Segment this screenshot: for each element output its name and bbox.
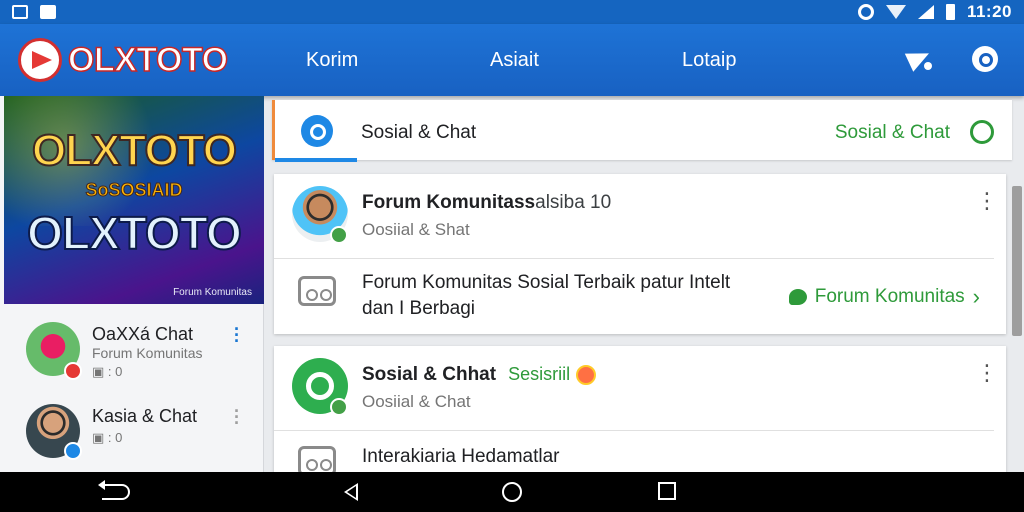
more-icon[interactable]: · · · [234, 320, 240, 350]
chat-bubble-icon [788, 289, 807, 305]
brand-name: OLXTOTO [67, 40, 229, 80]
recents-icon[interactable] [658, 482, 676, 500]
sidebar-item-title: Kasia & Chat [92, 406, 198, 426]
scrollbar[interactable] [1012, 186, 1022, 336]
sidebar-item-subtitle: Forum Komunitas [92, 345, 203, 361]
nav-item-2[interactable]: Asiait [490, 24, 539, 96]
forum-link[interactable]: Forum Komunitas › [788, 284, 980, 310]
post-body: Interakiaria Hedamatlar [362, 446, 560, 467]
post-card[interactable]: Sosial & Chhat Sesisriil Oosiial & Chat I… [274, 346, 1006, 476]
blue-badge-icon [64, 442, 82, 460]
play-logo-icon [18, 38, 62, 82]
post-title-main: Sosial & Chhat [362, 364, 497, 385]
sidebar-item-meta: ▣ : 0 [92, 430, 122, 446]
back-gesture-icon[interactable] [98, 480, 130, 500]
battery-icon [945, 4, 955, 20]
message-count: 0 [115, 430, 123, 445]
tab-sosial-chat[interactable]: Sosial & Chat Sosial & Chat [272, 100, 1012, 162]
fire-icon [576, 364, 597, 385]
post-title-main: Forum Komunitass [362, 192, 536, 213]
tab-indicator [275, 158, 357, 162]
divider [274, 430, 994, 431]
banner-caption: Forum Komunitas [173, 287, 252, 298]
message-count-icon: ▣ : [92, 430, 116, 445]
post-title: Forum Komunitassalsiba 10 [362, 192, 611, 214]
red-badge-icon [64, 362, 82, 380]
system-nav-bar [0, 472, 1024, 512]
divider [274, 258, 994, 259]
sidebar-item-chat-1[interactable]: OaXXá Chat Forum Komunitas ▣ : 0 · · · [4, 310, 262, 390]
sidebar-item-chat-2[interactable]: Kasia & Chat ▣ : 0 · · · [4, 392, 262, 472]
post-subtitle: Oosiial & Chat [362, 392, 471, 411]
banner-line-1: OLXTOTO [31, 125, 238, 176]
online-badge-icon [330, 398, 348, 416]
megaphone-icon[interactable] [904, 46, 934, 74]
chat-bubble-icon [301, 115, 333, 147]
app-bar: OLXTOTO Korim Asiait Lotaip [0, 24, 1024, 96]
nav-item-1[interactable]: Korim [306, 24, 358, 96]
chat-icon[interactable] [972, 46, 998, 72]
gamepad-icon [298, 276, 336, 306]
banner-line-3: OLXTOTO [26, 206, 243, 260]
status-bar: 11:20 [0, 0, 1024, 24]
more-options-icon[interactable] [976, 360, 998, 386]
post-card[interactable]: Forum Komunitassalsiba 10 Oosiial & Shat… [274, 174, 1006, 334]
tab-label: Sosial & Chat [361, 122, 477, 143]
more-icon[interactable]: · · · [234, 402, 240, 432]
status-time: 11:20 [966, 2, 1012, 21]
home-icon[interactable] [502, 482, 522, 502]
wifi-icon [885, 5, 906, 19]
sidebar-item-meta: ▣ : 0 [92, 364, 122, 380]
tab-right-link[interactable]: Sosial & Chat [835, 122, 950, 144]
more-options-icon[interactable] [976, 188, 998, 214]
post-title-suffix: alsiba 10 [535, 192, 612, 213]
banner-line-2: SoSOSIAID [85, 180, 183, 201]
post-title: Sosial & Chhat Sesisriil [362, 364, 597, 386]
back-icon[interactable] [344, 483, 358, 501]
sync-icon [857, 4, 874, 20]
sidebar: OLXTOTO SoSOSIAID OLXTOTO Forum Komunita… [0, 96, 264, 472]
message-count: 0 [115, 364, 123, 379]
sidebar-item-title: OaXXá Chat [92, 324, 194, 344]
online-badge-icon [330, 226, 348, 244]
brand-logo[interactable]: OLXTOTO [18, 38, 229, 82]
main-content: Sosial & Chat Sosial & Chat Forum Komuni… [264, 96, 1024, 476]
signal-icon [917, 5, 934, 19]
nav-item-3[interactable]: Lotaip [682, 24, 737, 96]
promo-banner[interactable]: OLXTOTO SoSOSIAID OLXTOTO Forum Komunita… [4, 96, 264, 304]
refresh-icon[interactable] [970, 120, 994, 144]
chevron-right-icon: › [972, 284, 980, 309]
post-subtitle: Oosiial & Shat [362, 220, 470, 239]
notification-icon [12, 5, 28, 19]
post-body: Forum Komunitas Sosial Terbaik patur Int… [362, 272, 731, 319]
forum-link-label: Forum Komunitas [814, 286, 965, 307]
message-count-icon: ▣ : [92, 364, 116, 379]
post-tag: Sesisriil [508, 364, 571, 384]
image-icon [40, 5, 56, 19]
